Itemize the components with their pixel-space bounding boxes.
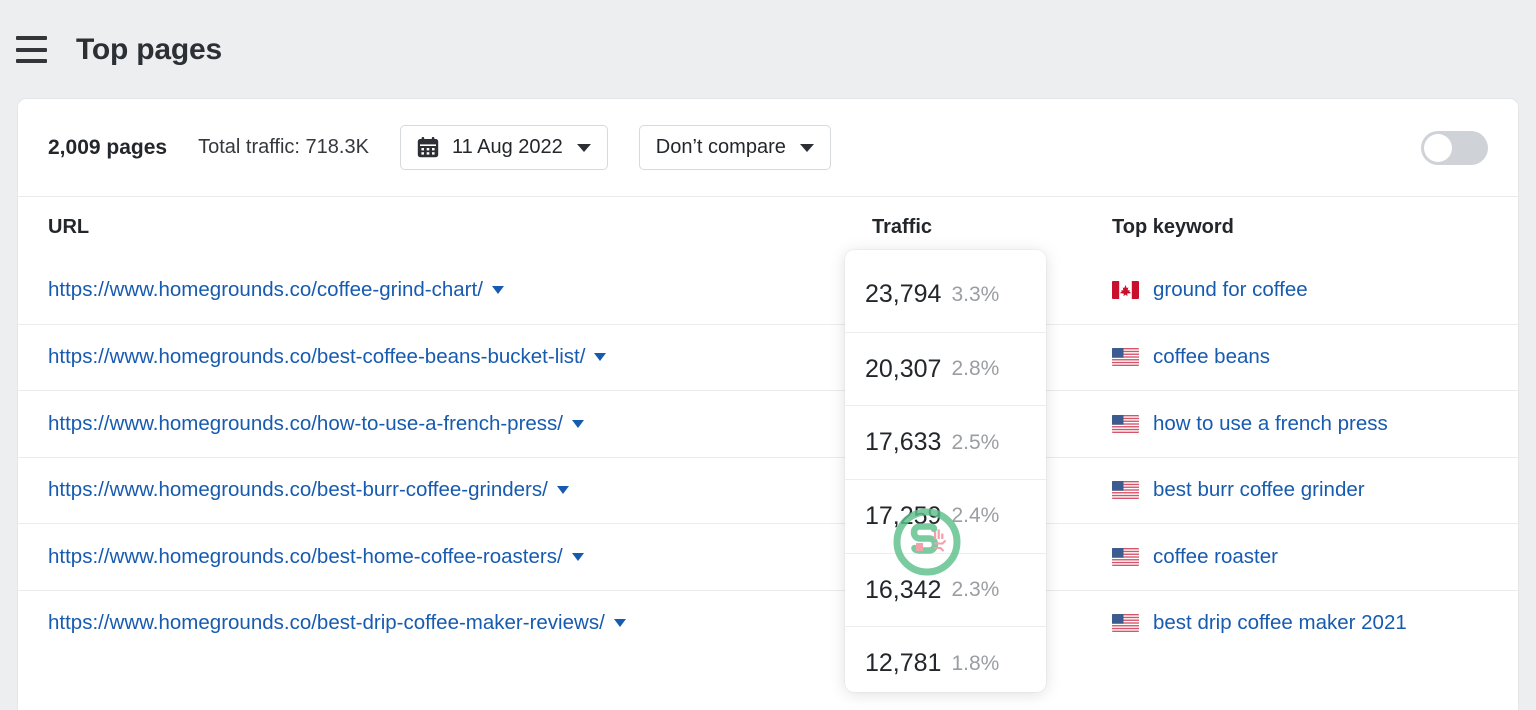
url-link[interactable]: https://www.homegrounds.co/how-to-use-a-… — [48, 412, 563, 435]
flag-us-icon — [1112, 414, 1139, 433]
flag-us-icon — [1112, 348, 1139, 367]
traffic-percent: 2.5% — [951, 430, 1000, 454]
keyword-link[interactable]: best burr coffee grinder — [1153, 478, 1365, 502]
traffic-percent: 2.4% — [951, 504, 1000, 528]
url-dropdown-caret-icon[interactable] — [594, 353, 607, 362]
compare-dropdown-button[interactable]: Don’t compare — [638, 125, 831, 170]
table-body: https://www.homegrounds.co/coffee-grind-… — [18, 257, 1518, 656]
url-dropdown-caret-icon[interactable] — [571, 552, 584, 561]
traffic-value: 16,342 — [865, 575, 942, 604]
top-bar: Top pages — [0, 0, 1536, 99]
url-dropdown-caret-icon[interactable] — [556, 486, 569, 495]
compare-dropdown-value: Don’t compare — [655, 136, 786, 158]
traffic-value: 12,781 — [865, 649, 942, 678]
traffic-row: 16,342 2.3% — [845, 552, 1046, 627]
flag-ca-icon — [1112, 281, 1139, 300]
url-link[interactable]: https://www.homegrounds.co/best-home-cof… — [48, 545, 563, 568]
date-picker-button[interactable]: 11 Aug 2022 — [399, 125, 608, 170]
view-toggle[interactable] — [1421, 130, 1488, 165]
date-picker-value: 11 Aug 2022 — [451, 136, 563, 158]
chevron-down-icon — [799, 143, 814, 152]
url-link[interactable]: https://www.homegrounds.co/best-drip-cof… — [48, 611, 605, 634]
traffic-percent: 1.8% — [951, 651, 1000, 675]
traffic-row: 23,794 3.3% — [845, 258, 1046, 332]
keyword-cell: best burr coffee grinder — [1112, 478, 1488, 502]
keyword-cell: coffee beans — [1112, 345, 1488, 369]
table-row: https://www.homegrounds.co/best-burr-cof… — [18, 456, 1518, 524]
table-row: https://www.homegrounds.co/how-to-use-a-… — [18, 390, 1518, 457]
traffic-value: 17,259 — [865, 501, 942, 530]
table-row: https://www.homegrounds.co/best-home-cof… — [18, 523, 1518, 590]
keyword-link[interactable]: how to use a french press — [1153, 412, 1388, 436]
toggle-knob — [1424, 133, 1452, 162]
keyword-link[interactable]: ground for coffee — [1153, 278, 1308, 302]
pages-count-label: 2,009 pages — [48, 135, 168, 159]
url-dropdown-caret-icon[interactable] — [572, 419, 585, 428]
flag-us-icon — [1112, 481, 1139, 500]
traffic-row: 20,307 2.8% — [845, 331, 1046, 406]
url-link[interactable]: https://www.homegrounds.co/best-burr-cof… — [48, 478, 548, 501]
traffic-row: 17,633 2.5% — [845, 405, 1046, 479]
keyword-cell: ground for coffee — [1112, 278, 1488, 302]
url-cell: https://www.homegrounds.co/best-coffee-b… — [48, 345, 872, 369]
traffic-percent: 2.3% — [951, 578, 1000, 602]
traffic-row: 12,781 1.8% — [845, 626, 1046, 700]
traffic-value: 17,633 — [865, 428, 942, 457]
calendar-icon — [417, 137, 439, 158]
traffic-percent: 3.3% — [951, 282, 1000, 306]
url-link[interactable]: https://www.homegrounds.co/best-coffee-b… — [48, 345, 585, 368]
keyword-link[interactable]: coffee beans — [1153, 345, 1270, 369]
hamburger-bar-1 — [16, 36, 47, 40]
url-cell: https://www.homegrounds.co/coffee-grind-… — [48, 278, 872, 302]
column-header-traffic[interactable]: Traffic — [872, 216, 1112, 239]
table-row: https://www.homegrounds.co/coffee-grind-… — [18, 257, 1518, 324]
column-header-top-keyword[interactable]: Top keyword — [1112, 216, 1488, 239]
url-cell: https://www.homegrounds.co/how-to-use-a-… — [48, 412, 872, 436]
hamburger-bar-2 — [16, 47, 47, 52]
hamburger-bar-3 — [16, 59, 47, 63]
table-toolbar: 2,009 pages Total traffic: 718.3K 11 Aug… — [18, 99, 1518, 197]
flag-us-icon — [1112, 614, 1139, 633]
keyword-cell: how to use a french press — [1112, 412, 1488, 436]
keyword-cell: coffee roaster — [1112, 545, 1488, 569]
chevron-down-icon — [576, 143, 591, 152]
keyword-link[interactable]: best drip coffee maker 2021 — [1153, 611, 1407, 635]
flag-us-icon — [1112, 547, 1139, 566]
url-dropdown-caret-icon[interactable] — [491, 286, 504, 295]
url-cell: https://www.homegrounds.co/best-burr-cof… — [48, 478, 872, 502]
keyword-link[interactable]: coffee roaster — [1153, 545, 1278, 569]
hamburger-menu-icon[interactable] — [16, 36, 47, 63]
url-cell: https://www.homegrounds.co/best-home-cof… — [48, 545, 872, 569]
url-dropdown-caret-icon[interactable] — [613, 619, 626, 628]
traffic-row: 17,259 2.4% — [845, 479, 1046, 553]
traffic-column-panel: 23,794 3.3% 20,307 2.8% 17,633 2.5% 17,2… — [845, 250, 1046, 692]
url-cell: https://www.homegrounds.co/best-drip-cof… — [48, 611, 872, 635]
page-title: Top pages — [76, 32, 222, 66]
top-pages-card: 2,009 pages Total traffic: 718.3K 11 Aug… — [18, 99, 1518, 710]
traffic-value: 20,307 — [865, 354, 942, 383]
column-header-url[interactable]: URL — [48, 216, 872, 239]
traffic-percent: 2.8% — [951, 357, 1000, 381]
total-traffic-label: Total traffic: 718.3K — [198, 136, 369, 158]
url-link[interactable]: https://www.homegrounds.co/coffee-grind-… — [48, 278, 483, 301]
traffic-value: 23,794 — [865, 280, 942, 309]
table-header-row: URL Traffic Top keyword — [18, 197, 1518, 257]
table-row: https://www.homegrounds.co/best-drip-cof… — [18, 589, 1518, 657]
keyword-cell: best drip coffee maker 2021 — [1112, 611, 1488, 635]
table-row: https://www.homegrounds.co/best-coffee-b… — [18, 323, 1518, 391]
